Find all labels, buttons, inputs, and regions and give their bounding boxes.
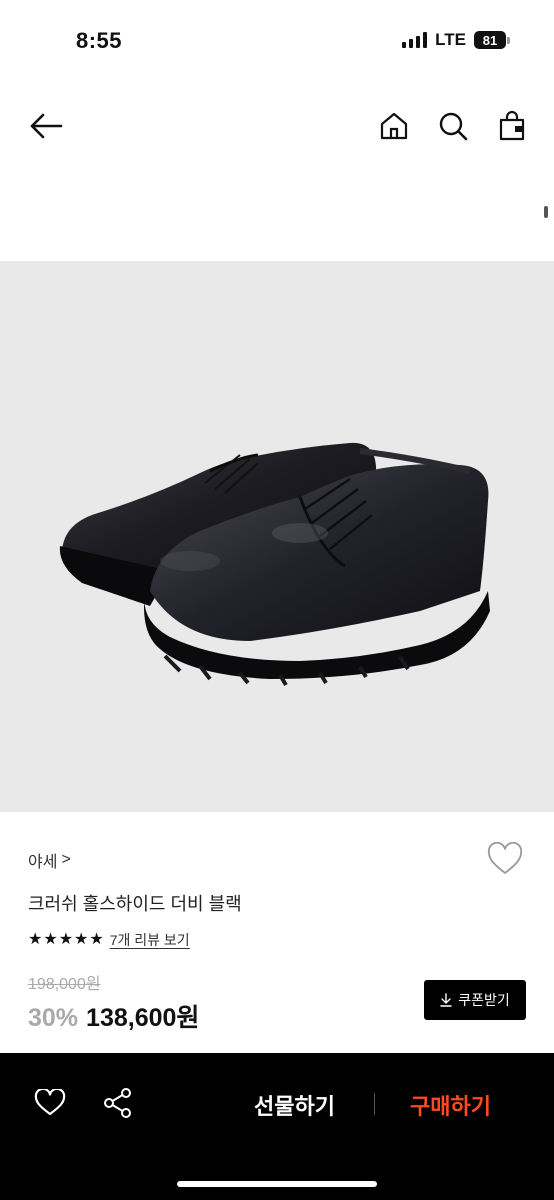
battery-icon: 81	[474, 31, 510, 49]
brand-link[interactable]: 야세 >	[28, 848, 71, 872]
sale-price: 138,600원	[86, 1004, 200, 1032]
search-icon	[439, 112, 468, 141]
star-icon: ★	[58, 931, 74, 948]
scroll-indicator[interactable]	[544, 206, 548, 218]
star-icon: ★	[43, 931, 58, 948]
star-icon: ★	[28, 931, 43, 948]
top-navigation	[0, 96, 554, 156]
heart-outline-icon	[487, 841, 523, 874]
status-time: 8:55	[76, 28, 123, 53]
bottom-wishlist-button[interactable]	[30, 1083, 70, 1123]
star-icon: ★	[89, 931, 104, 948]
buy-button[interactable]: 구매하기	[410, 1089, 491, 1121]
share-icon	[104, 1088, 131, 1118]
rating-row: ★ ★ ★ ★ ★ 7개 리뷰 보기	[28, 930, 190, 950]
signal-icon	[402, 32, 428, 48]
home-icon	[380, 112, 408, 140]
home-indicator[interactable]	[177, 1181, 377, 1187]
star-rating: ★ ★ ★ ★ ★	[28, 932, 104, 948]
product-info: 야세 > 크러쉬 홀스하이드 더비 블랙 ★ ★ ★ ★ ★ 7개 리뷰 보기 …	[0, 812, 554, 1052]
arrow-left-icon	[30, 113, 63, 139]
network-type: LTE	[435, 30, 466, 49]
discount-rate: 30%	[28, 1004, 79, 1032]
shopping-bag-icon	[499, 111, 525, 141]
home-button[interactable]	[374, 106, 414, 146]
download-icon	[440, 993, 452, 1007]
status-indicators: LTE 81	[402, 30, 510, 50]
bag-button[interactable]	[492, 106, 532, 146]
coupon-label: 쿠폰받기	[458, 992, 510, 1008]
review-link[interactable]: 7개 리뷰 보기	[110, 930, 190, 950]
search-button[interactable]	[433, 106, 473, 146]
battery-level: 81	[474, 31, 506, 49]
star-icon: ★	[74, 931, 89, 948]
price-row: 30% 138,600원	[28, 998, 199, 1034]
product-title: 크러쉬 홀스하이드 더비 블랙	[28, 894, 242, 914]
shoe-illustration	[59, 442, 490, 687]
product-image[interactable]	[0, 261, 554, 812]
status-bar: 8:55 LTE 81	[0, 0, 554, 84]
divider	[374, 1093, 375, 1115]
coupon-button[interactable]: 쿠폰받기	[424, 980, 526, 1020]
original-price: 198,000원	[28, 976, 101, 993]
heart-outline-icon	[34, 1089, 66, 1116]
wishlist-button[interactable]	[486, 841, 524, 878]
gift-button[interactable]: 선물하기	[254, 1089, 335, 1121]
back-button[interactable]	[26, 106, 66, 146]
share-button[interactable]	[98, 1083, 138, 1123]
bottom-action-bar: 선물하기 구매하기	[0, 1053, 554, 1200]
chevron-right-icon: >	[61, 851, 71, 868]
brand-name: 야세	[28, 854, 58, 871]
